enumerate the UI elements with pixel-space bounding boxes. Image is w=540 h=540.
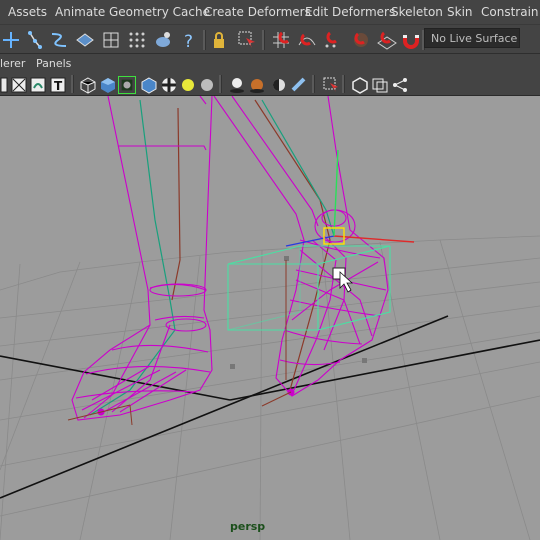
main-menubar: Assets Animate Geometry Cache Create Def… — [0, 0, 540, 24]
snap-curve-icon[interactable] — [296, 29, 318, 51]
shaded-wire-icon[interactable] — [79, 76, 97, 94]
anti-alias-icon[interactable] — [290, 76, 308, 94]
share-icon[interactable] — [391, 76, 409, 94]
toolbar-separator — [219, 75, 222, 93]
xray-icon[interactable] — [10, 76, 28, 94]
perspective-viewport[interactable] — [0, 96, 540, 540]
snap-view-icon[interactable] — [350, 29, 372, 51]
toolbar-separator — [312, 75, 315, 93]
light-icon[interactable] — [179, 76, 197, 94]
snap-grid-icon[interactable] — [270, 29, 292, 51]
smooth-shade-icon[interactable] — [99, 76, 117, 94]
lock-icon[interactable] — [208, 29, 230, 51]
insert-joint-icon[interactable] — [0, 29, 22, 51]
menu-geometry-cache[interactable]: Geometry Cache — [109, 5, 210, 19]
menu-constrain[interactable]: Constrain — [481, 5, 539, 19]
toolbar-separator — [342, 75, 345, 93]
menu-renderer[interactable]: lerer — [0, 57, 25, 70]
texture-icon[interactable] — [29, 76, 47, 94]
isolate-joint-icon[interactable] — [118, 76, 136, 94]
camera-select-icon[interactable] — [322, 76, 340, 94]
menu-animate[interactable]: Animate — [55, 5, 105, 19]
text-icon[interactable]: T — [49, 76, 67, 94]
ik-handle-icon[interactable] — [24, 29, 46, 51]
shelf-separator — [203, 30, 206, 50]
resolution-gate-icon[interactable] — [351, 76, 369, 94]
menu-panels[interactable]: Panels — [36, 57, 71, 70]
motion-blur-icon[interactable] — [270, 76, 288, 94]
toolbar-separator — [71, 75, 74, 93]
menu-create-deformers[interactable]: Create Deformers — [204, 5, 311, 19]
film-gate-icon[interactable] — [371, 76, 389, 94]
camera-label: persp — [230, 520, 266, 533]
svg-text:?: ? — [184, 32, 193, 51]
select-icon[interactable] — [236, 29, 258, 51]
menu-skin[interactable]: Skin — [447, 5, 473, 19]
checker-icon[interactable] — [160, 76, 178, 94]
paint-weights-icon[interactable] — [126, 29, 148, 51]
help-icon[interactable]: ? — [178, 29, 200, 51]
ik-spline-icon[interactable] — [48, 29, 70, 51]
bounding-box-icon[interactable] — [140, 76, 158, 94]
menu-skeleton[interactable]: Skeleton — [391, 5, 443, 19]
shelf-separator — [262, 30, 265, 50]
lattice-icon[interactable] — [100, 29, 122, 51]
panel-toolbar: T — [0, 74, 540, 96]
menu-assets[interactable]: Assets — [8, 5, 47, 19]
bind-skin-icon[interactable] — [74, 29, 96, 51]
magnet-icon[interactable] — [400, 29, 422, 51]
shadow-icon[interactable] — [228, 76, 246, 94]
snap-point-icon[interactable] — [322, 29, 344, 51]
snap-surface-icon[interactable] — [376, 29, 398, 51]
live-surface-field[interactable]: No Live Surface — [424, 28, 520, 48]
ambient-occlusion-icon[interactable] — [248, 76, 266, 94]
menu-edit-deformers[interactable]: Edit Deformers — [305, 5, 395, 19]
default-light-icon[interactable] — [198, 76, 216, 94]
panel-menubar: lerer Panels — [0, 54, 540, 74]
cluster-icon[interactable] — [152, 29, 174, 51]
svg-text:T: T — [54, 79, 63, 93]
